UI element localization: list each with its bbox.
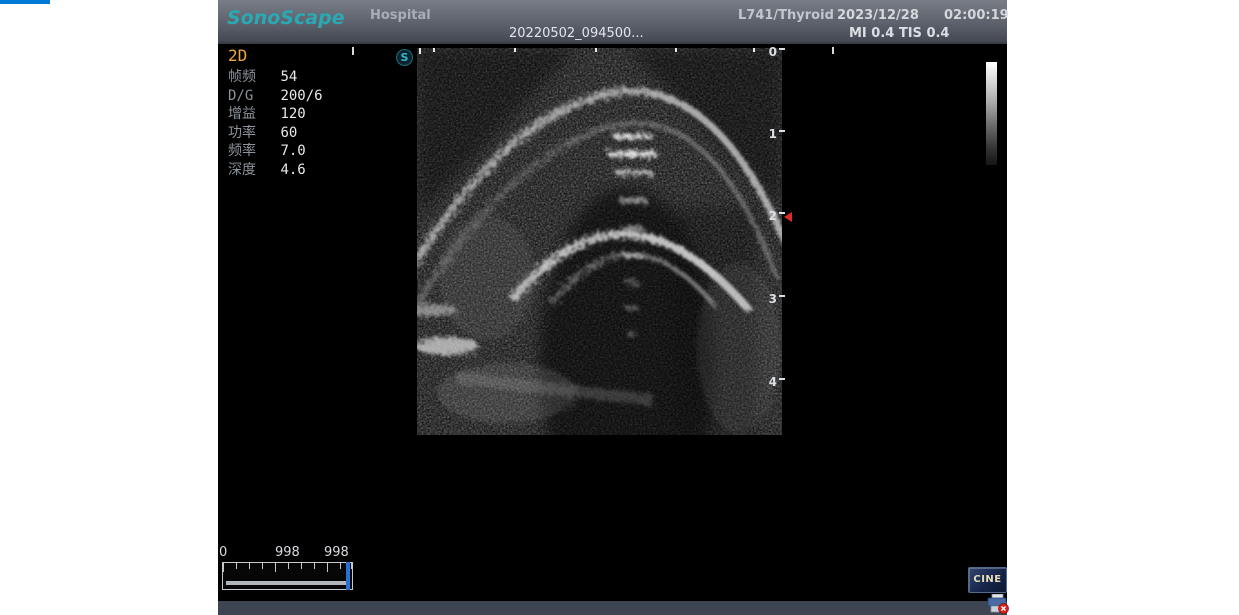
- depth-tick: 1: [761, 127, 791, 141]
- ultrasound-image-canvas: [417, 48, 782, 435]
- top-left-blue-bar: [0, 0, 50, 4]
- probe-preset-label: L741/Thyroid: [738, 8, 834, 23]
- param-label: 帧频: [228, 68, 272, 87]
- depth-tick-label: 0: [761, 45, 777, 59]
- header-bar: SonoScape Hospital L741/Thyroid 2023/12/…: [218, 0, 1007, 44]
- sonoscape-logo: SonoScape: [227, 7, 345, 29]
- printer-offline-icon: [986, 594, 1009, 614]
- page: SonoScape Hospital L741/Thyroid 2023/12/…: [0, 0, 1239, 615]
- depth-tick-dash: [779, 48, 785, 50]
- depth-tick-label: 4: [761, 375, 777, 389]
- depth-tick-label: 2: [761, 209, 777, 223]
- exam-id-label: 20220502_094500...: [509, 26, 644, 41]
- depth-tick-dash: [779, 130, 785, 132]
- time-label: 02:00:19: [944, 8, 1009, 23]
- param-value: 60: [280, 125, 297, 141]
- cine-progress-fill: [226, 581, 347, 585]
- cine-start-label: 0: [219, 545, 227, 560]
- cine-cursor[interactable]: [346, 562, 350, 590]
- focus-marker-icon: [784, 212, 792, 222]
- param-label: 功率: [228, 124, 272, 143]
- param-value: 7.0: [280, 143, 305, 159]
- parameter-panel: 2D 帧频 54 D/G 200/6 增益 120 功率 60 频率 7.0: [228, 46, 323, 180]
- depth-tick-dash: [779, 378, 785, 380]
- depth-tick-label: 3: [761, 292, 777, 306]
- cine-frame-labels: 0 998 998: [218, 545, 368, 561]
- param-value: 4.6: [280, 162, 305, 178]
- depth-tick-dash: [779, 295, 785, 297]
- screen-tick-left: [352, 47, 354, 55]
- probe-orientation-s-icon: S: [396, 49, 413, 66]
- param-row-power: 功率 60: [228, 124, 323, 143]
- cine-total-label: 998: [324, 545, 349, 560]
- status-strip: [218, 601, 1007, 615]
- param-row-depth: 深度 4.6: [228, 161, 323, 180]
- depth-tick: 4: [761, 375, 791, 389]
- depth-tick-label: 1: [761, 127, 777, 141]
- mode-label: 2D: [228, 46, 323, 68]
- grayscale-bar: [986, 62, 997, 165]
- param-label: 深度: [228, 161, 272, 180]
- param-value: 120: [280, 106, 305, 122]
- cine-button[interactable]: CINE: [968, 567, 1007, 593]
- param-label: 频率: [228, 142, 272, 161]
- depth-tick: 0: [761, 45, 791, 59]
- param-label: D/G: [228, 87, 272, 106]
- param-row-gain: 增益 120: [228, 105, 323, 124]
- param-label: 增益: [228, 105, 272, 124]
- hospital-label: Hospital: [370, 8, 431, 23]
- screen-tick-right: [832, 47, 834, 54]
- param-row-framerate: 帧频 54: [228, 68, 323, 87]
- param-value: 200/6: [280, 88, 322, 104]
- ultrasound-image: [417, 48, 782, 435]
- depth-tick: 3: [761, 292, 791, 306]
- param-value: 54: [280, 69, 297, 85]
- mi-tis-label: MI 0.4 TIS 0.4: [849, 26, 949, 41]
- cine-scrollbar[interactable]: [222, 562, 353, 590]
- cine-current-label: 998: [275, 545, 300, 560]
- param-row-frequency: 频率 7.0: [228, 142, 323, 161]
- param-row-dg: D/G 200/6: [228, 87, 323, 106]
- ultrasound-machine-screen: SonoScape Hospital L741/Thyroid 2023/12/…: [218, 0, 1007, 615]
- date-label: 2023/12/28: [837, 8, 919, 23]
